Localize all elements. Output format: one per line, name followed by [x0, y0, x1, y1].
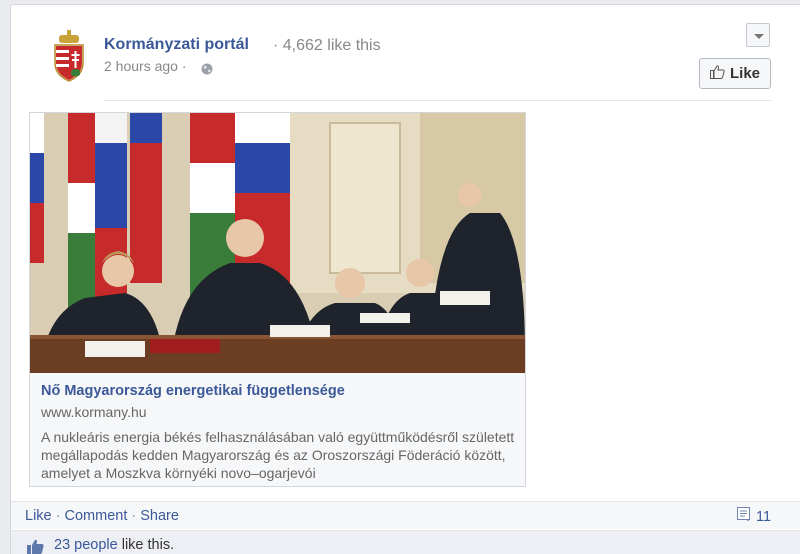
like-action-link[interactable]: Like [25, 508, 52, 524]
like-page-button-label: Like [729, 65, 760, 82]
attachment-description: A nukleáris energia békés felhasználásáb… [41, 429, 515, 481]
comment-count-icon [737, 507, 751, 526]
comment-count-link[interactable]: 11 [737, 507, 771, 526]
post-card: Kormányzati portál · 4,662 like this 2 h… [10, 4, 800, 554]
header-divider [104, 100, 771, 101]
comment-action-link[interactable]: Comment [65, 508, 128, 524]
likers-text: 23 people like this. [54, 537, 174, 553]
action-links: Like · Comment · Share [25, 508, 179, 524]
page-name-link[interactable]: Kormányzati portál [104, 36, 249, 54]
thumbs-up-icon [709, 64, 725, 83]
likers-suffix: like this. [117, 537, 175, 553]
link-attachment[interactable]: Nő Magyarország energetikai függetlenség… [29, 112, 526, 487]
action-separator: · [51, 508, 65, 524]
attachment-photo[interactable] [30, 113, 525, 373]
likers-bar: 23 people like this. [11, 530, 800, 554]
post-timestamp[interactable]: 2 hours ago · [104, 58, 187, 74]
hungarian-coat-of-arms-icon[interactable] [41, 29, 97, 85]
comment-count-value: 11 [756, 508, 772, 525]
post-actions-bar: Like · Comment · Share 11 [11, 501, 800, 529]
attachment-domain: www.kormany.hu [41, 404, 147, 420]
chevron-down-icon[interactable] [746, 23, 770, 47]
globe-icon[interactable] [201, 62, 213, 78]
page-likes-count: · 4,662 like this [273, 37, 381, 54]
share-action-link[interactable]: Share [140, 508, 179, 524]
likers-link[interactable]: 23 people [54, 537, 118, 553]
action-separator: · [127, 508, 141, 524]
thumbs-up-icon [27, 539, 44, 554]
attachment-title-link[interactable]: Nő Magyarország energetikai függetlenség… [41, 383, 345, 399]
like-page-button[interactable]: Like [699, 58, 771, 89]
